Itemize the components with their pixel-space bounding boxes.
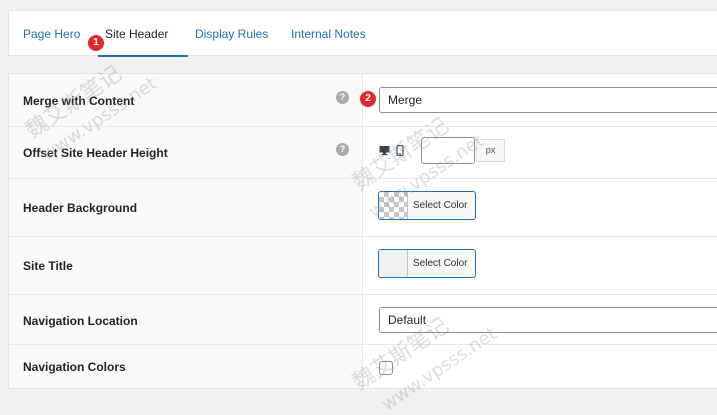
tab-page-hero[interactable]: Page Hero	[23, 27, 80, 41]
offset-height-input[interactable]	[421, 137, 475, 164]
row-divider	[9, 178, 717, 179]
label-column	[9, 74, 363, 388]
annotation-badge-2: 2	[360, 91, 376, 107]
row-divider	[9, 344, 717, 345]
active-tab-indicator	[98, 55, 188, 57]
row-divider	[9, 126, 717, 127]
px-unit-label: px	[476, 139, 505, 162]
color-swatch	[379, 250, 408, 277]
merge-with-content-label: Merge with Content	[23, 94, 135, 108]
navigation-colors-checkbox[interactable]	[379, 361, 393, 375]
annotation-badge-1: 1	[88, 35, 104, 51]
select-color-label: Select Color	[413, 200, 468, 211]
mobile-icon[interactable]	[396, 144, 404, 159]
row-divider	[9, 236, 717, 237]
row-divider	[9, 294, 717, 295]
tab-display-rules[interactable]: Display Rules	[195, 27, 268, 41]
tab-internal-notes[interactable]: Internal Notes	[291, 27, 366, 41]
transparent-color-swatch	[379, 192, 408, 219]
merge-with-content-select[interactable]: Merge	[379, 87, 717, 113]
navigation-location-select[interactable]: Default	[379, 307, 717, 333]
navigation-colors-label: Navigation Colors	[23, 360, 126, 374]
help-icon[interactable]: ?	[336, 91, 349, 104]
site-title-label: Site Title	[23, 259, 73, 273]
tabs-bar: Page Hero Site Header Display Rules Inte…	[8, 10, 717, 57]
site-title-color-button[interactable]: Select Color	[378, 249, 476, 278]
offset-header-height-label: Offset Site Header Height	[23, 146, 168, 160]
select-color-label: Select Color	[413, 258, 468, 269]
header-background-color-button[interactable]: Select Color	[378, 191, 476, 220]
header-background-label: Header Background	[23, 201, 138, 215]
navigation-location-label: Navigation Location	[23, 314, 138, 328]
help-icon[interactable]: ?	[336, 143, 349, 156]
tab-site-header[interactable]: Site Header	[105, 27, 168, 41]
site-header-settings: Merge with Content ? 2 Merge Offset Site…	[8, 73, 717, 389]
desktop-icon[interactable]	[379, 145, 390, 159]
